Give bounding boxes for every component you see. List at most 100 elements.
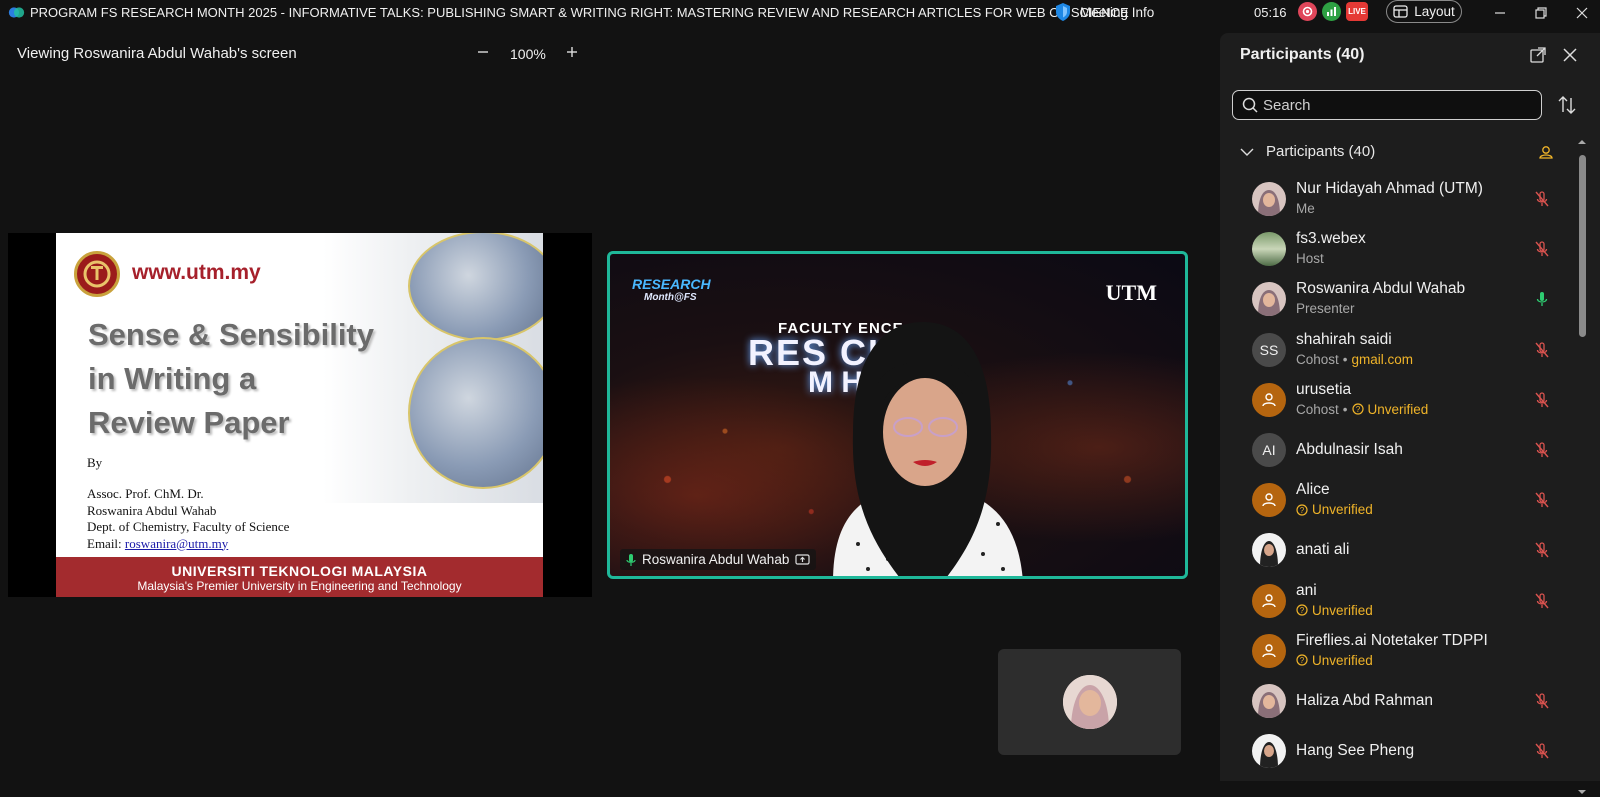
participant-role: Host bbox=[1296, 251, 1324, 266]
participant-row[interactable]: Nur Hidayah Ahmad (UTM) Me bbox=[1220, 174, 1570, 224]
participants-panel: Participants (40) Participants (40) Nur … bbox=[1220, 33, 1600, 794]
mic-muted-icon[interactable] bbox=[1533, 240, 1551, 258]
self-view-tile[interactable] bbox=[998, 649, 1181, 755]
slide-title-line: in Writing a bbox=[88, 361, 257, 396]
participant-name: urusetia bbox=[1296, 380, 1352, 398]
mic-muted-icon[interactable] bbox=[1533, 742, 1551, 760]
unverified-label: Unverified bbox=[1367, 401, 1429, 417]
svg-text:?: ? bbox=[1300, 506, 1305, 515]
unverified-icon: ? bbox=[1296, 504, 1308, 516]
role-label: Cohost bbox=[1296, 401, 1339, 417]
active-speaker-video[interactable]: RESEARCH Month@FS UTM FACULTY ENCE RES C… bbox=[607, 251, 1188, 579]
shared-screen[interactable]: www.utm.my Sense & Sensibility in Writin… bbox=[8, 233, 592, 597]
participant-avatar bbox=[1252, 182, 1286, 216]
mic-muted-icon[interactable] bbox=[1533, 441, 1551, 459]
guest-user-icon bbox=[1262, 493, 1276, 507]
zoom-out-button[interactable] bbox=[473, 40, 493, 64]
participants-group-header[interactable]: Participants (40) bbox=[1240, 143, 1375, 160]
title-bar: PROGRAM FS RESEARCH MONTH 2025 - INFORMA… bbox=[0, 0, 1600, 26]
author-email-link[interactable]: roswanira@utm.my bbox=[125, 536, 228, 551]
restore-icon bbox=[1535, 7, 1547, 19]
utm-logo-text: UTM bbox=[1105, 280, 1157, 305]
participant-search[interactable] bbox=[1232, 90, 1542, 120]
participant-row[interactable]: Haliza Abd Rahman bbox=[1220, 676, 1570, 726]
participant-row[interactable]: Alice? Unverified bbox=[1220, 475, 1570, 525]
minimize-button[interactable] bbox=[1486, 2, 1514, 24]
participant-name: Fireflies.ai Notetaker TDPPI bbox=[1296, 631, 1488, 649]
role-label: Cohost bbox=[1296, 351, 1339, 367]
participant-row[interactable]: ani? Unverified bbox=[1220, 576, 1570, 626]
email-prefix: Email: bbox=[87, 535, 125, 551]
layout-button[interactable]: Layout bbox=[1386, 0, 1462, 23]
svg-text:?: ? bbox=[1355, 405, 1360, 414]
slide-author-block: Assoc. Prof. ChM. Dr. Roswanira Abdul Wa… bbox=[87, 486, 289, 552]
self-avatar bbox=[1063, 675, 1117, 729]
participant-role: Me bbox=[1296, 201, 1315, 216]
mic-muted-icon[interactable] bbox=[1533, 491, 1551, 509]
sort-icon[interactable] bbox=[1556, 94, 1578, 116]
minus-icon bbox=[478, 51, 488, 53]
participant-row[interactable]: SS shahirah saidi Cohost • gmail.com bbox=[1220, 325, 1570, 375]
participant-row[interactable]: Roswanira Abdul Wahab Presenter bbox=[1220, 274, 1570, 324]
participant-role: ? Unverified bbox=[1296, 603, 1373, 618]
research-logo-text: RESEARCH bbox=[632, 276, 711, 292]
chevron-down-icon bbox=[1240, 148, 1254, 156]
footer-university-name: UNIVERSITI TEKNOLOGI MALAYSIA bbox=[171, 563, 428, 579]
footer-tagline: Malaysia's Premier University in Enginee… bbox=[137, 579, 462, 593]
close-panel-icon[interactable] bbox=[1560, 45, 1580, 65]
unverified-label: Unverified bbox=[1312, 652, 1373, 668]
popout-icon[interactable] bbox=[1528, 45, 1548, 65]
role-label: Presenter bbox=[1296, 301, 1355, 317]
zoom-level: 100% bbox=[510, 46, 546, 62]
participant-row[interactable]: anati ali bbox=[1220, 525, 1570, 575]
mic-muted-icon[interactable] bbox=[1533, 541, 1551, 559]
viewing-screen-label: Viewing Roswanira Abdul Wahab's screen bbox=[17, 45, 297, 62]
meeting-info-button[interactable]: Meeting Info bbox=[1054, 2, 1154, 22]
svg-text:?: ? bbox=[1300, 606, 1305, 615]
participant-role: ? Unverified bbox=[1296, 502, 1373, 517]
zoom-in-button[interactable] bbox=[562, 40, 582, 64]
participant-row[interactable]: fs3.webex Host bbox=[1220, 224, 1570, 274]
plus-icon bbox=[567, 47, 577, 57]
participant-avatar bbox=[1252, 633, 1286, 668]
mic-muted-icon[interactable] bbox=[1533, 592, 1551, 610]
utm-crest-logo bbox=[74, 251, 120, 297]
live-badge: LIVE bbox=[1346, 2, 1368, 21]
mic-muted-icon[interactable] bbox=[1533, 341, 1551, 359]
participant-row[interactable]: Fireflies.ai Notetaker TDPPI? Unverified bbox=[1220, 626, 1570, 676]
mic-on-icon[interactable] bbox=[1533, 290, 1551, 308]
recording-icon[interactable] bbox=[1298, 2, 1317, 21]
mic-muted-icon[interactable] bbox=[1533, 190, 1551, 208]
group-label: Participants (40) bbox=[1266, 143, 1376, 160]
close-window-button[interactable] bbox=[1568, 2, 1596, 24]
restore-button[interactable] bbox=[1527, 2, 1555, 24]
scroll-up-icon[interactable] bbox=[1575, 137, 1589, 147]
research-logo-subtext: Month@FS bbox=[644, 292, 697, 303]
slide-title: Sense & Sensibility in Writing a Review … bbox=[88, 313, 374, 445]
unverified-label: Unverified bbox=[1312, 602, 1373, 618]
role-separator: • bbox=[1342, 401, 1348, 417]
search-input[interactable] bbox=[1263, 96, 1523, 114]
role-label: Host bbox=[1296, 251, 1324, 267]
author-line: Roswanira Abdul Wahab bbox=[87, 502, 217, 518]
participant-row[interactable]: AI Abdulnasir Isah bbox=[1220, 425, 1570, 475]
participant-name: Roswanira Abdul Wahab bbox=[1296, 280, 1466, 298]
participants-scrollbar[interactable] bbox=[1575, 137, 1589, 797]
scroll-down-icon[interactable] bbox=[1575, 787, 1589, 797]
network-health-icon[interactable] bbox=[1322, 2, 1341, 21]
shield-icon bbox=[1056, 3, 1070, 21]
lock-person-icon[interactable] bbox=[1538, 144, 1554, 160]
mic-muted-icon[interactable] bbox=[1533, 692, 1551, 710]
participant-avatar bbox=[1252, 282, 1286, 317]
role-label: Me bbox=[1296, 201, 1315, 216]
participant-name: Haliza Abd Rahman bbox=[1296, 691, 1433, 709]
slide-by: By bbox=[87, 455, 103, 470]
unverified-icon: ? bbox=[1296, 654, 1308, 666]
mic-muted-icon[interactable] bbox=[1533, 391, 1551, 409]
scroll-thumb[interactable] bbox=[1579, 155, 1586, 337]
participant-row[interactable]: urusetia Cohost •? Unverified bbox=[1220, 375, 1570, 425]
panel-title: Participants (40) bbox=[1240, 46, 1365, 63]
participant-row[interactable]: Hang See Pheng bbox=[1220, 726, 1570, 776]
participant-avatar bbox=[1252, 533, 1286, 568]
screen-share-icon bbox=[795, 553, 810, 565]
